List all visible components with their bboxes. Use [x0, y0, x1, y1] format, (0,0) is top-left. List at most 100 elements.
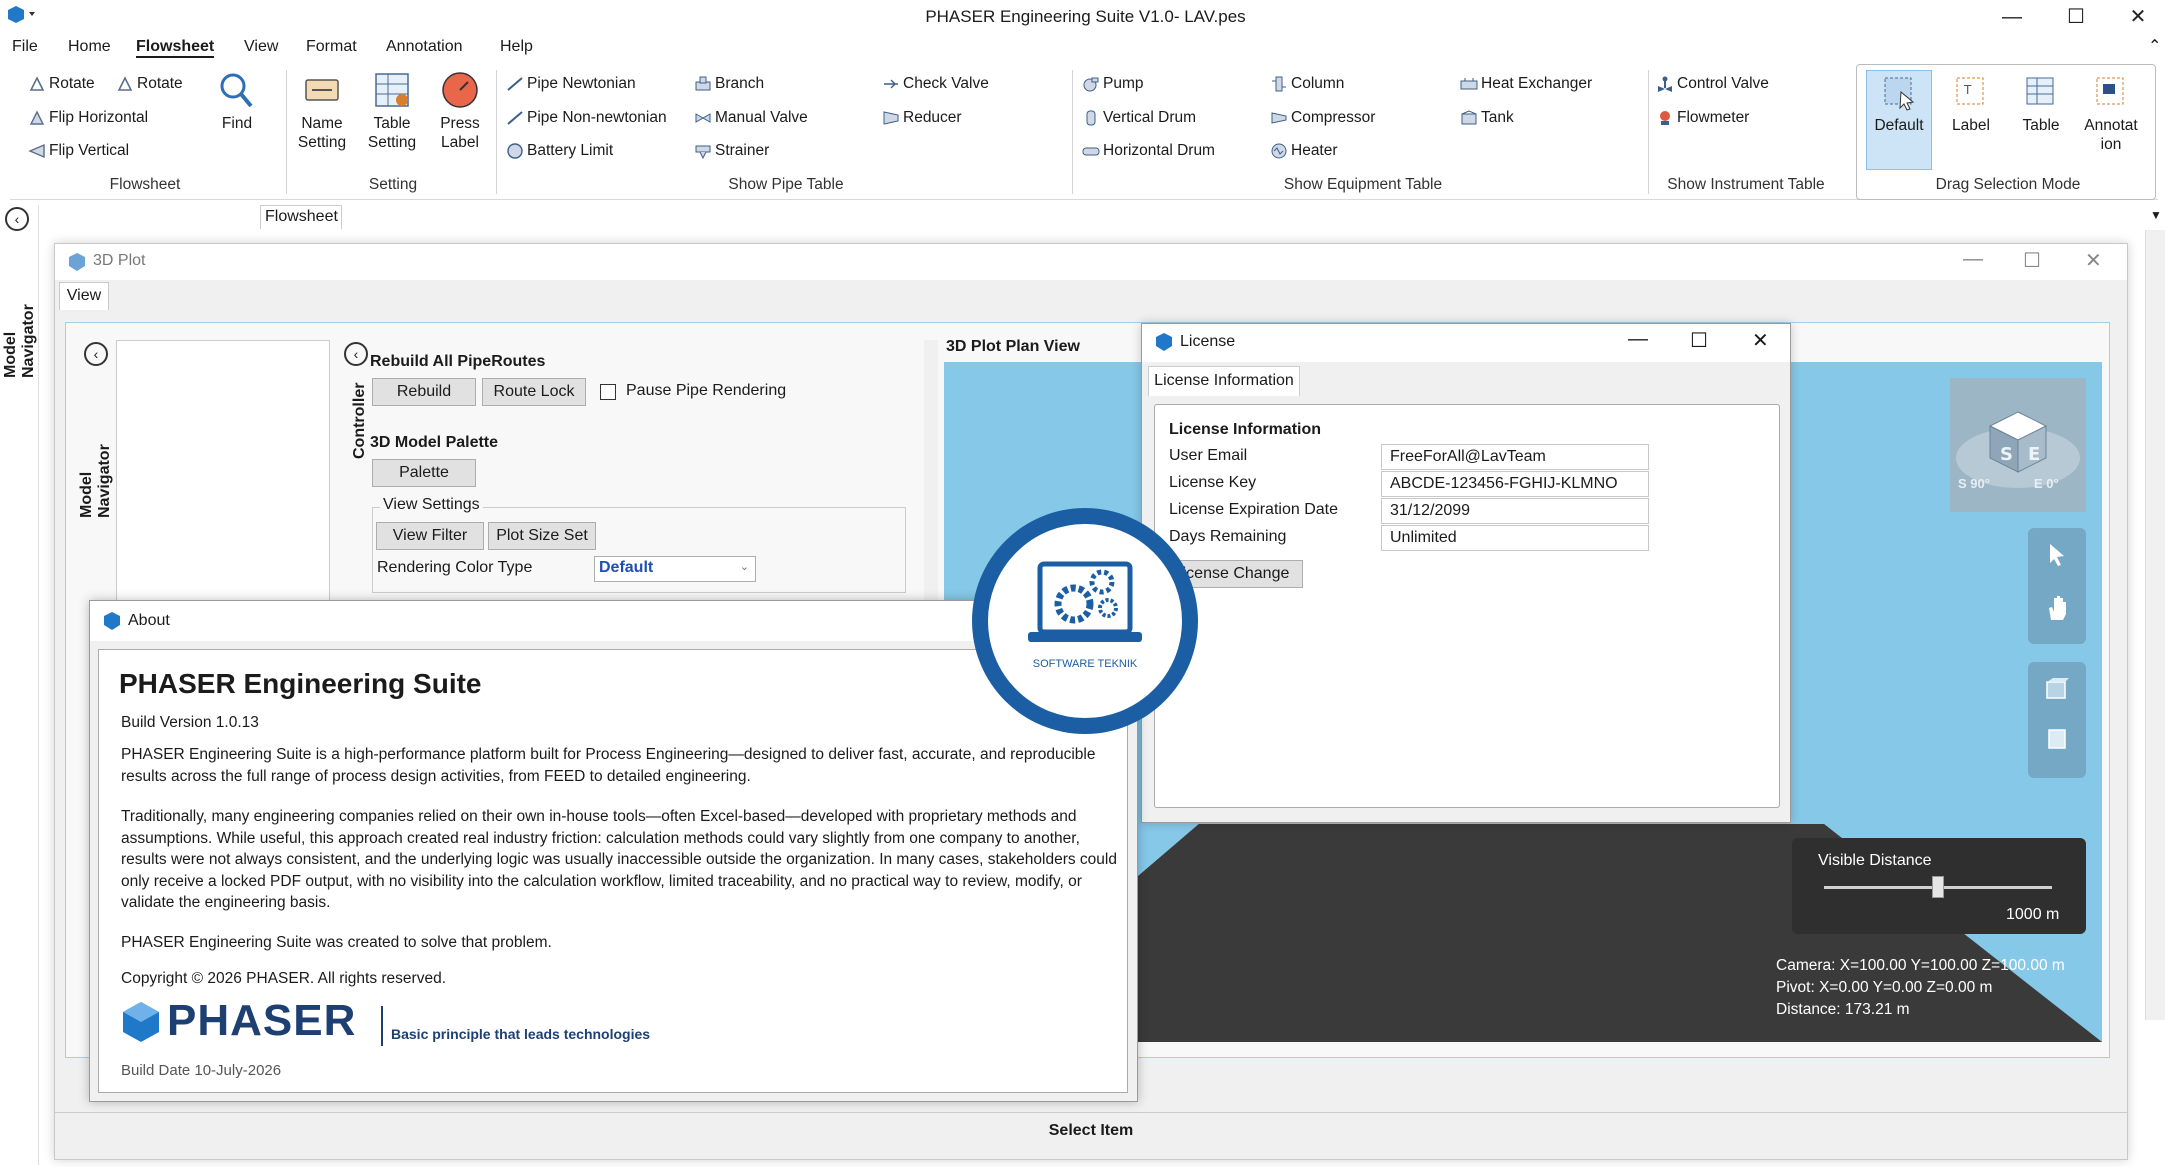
license-expiration-field[interactable]: 31/12/2099 — [1381, 498, 1649, 524]
pointer-tool-icon[interactable] — [2046, 542, 2068, 573]
control-valve-button[interactable]: Control Valve — [1656, 75, 1769, 93]
cube-south-label: S 90° — [1958, 476, 1990, 491]
watermark-badge-inner: SOFTWARE TEKNIK — [984, 520, 1186, 722]
flip-horizontal-button[interactable]: Flip Horizontal — [28, 109, 148, 127]
flowmeter-button[interactable]: Flowmeter — [1656, 109, 1749, 127]
name-setting-button[interactable]: Name Setting — [292, 70, 352, 152]
pipe-newtonian-button[interactable]: Pipe Newtonian — [506, 75, 636, 93]
table-setting-icon — [372, 70, 412, 110]
tab-license-information[interactable]: License Information — [1148, 366, 1300, 396]
flip-vertical-button[interactable]: Flip Vertical — [28, 142, 129, 160]
strainer-button[interactable]: Strainer — [694, 142, 769, 160]
plot-minimize-button[interactable]: — — [1963, 248, 1983, 271]
camera-info: Camera: X=100.00 Y=100.00 Z=100.00 m Piv… — [1776, 955, 2065, 1021]
pause-rendering-checkbox[interactable] — [600, 384, 616, 400]
press-label-button[interactable]: Press Label — [432, 70, 488, 152]
menu-flowsheet[interactable]: Flowsheet — [136, 38, 215, 58]
menu-file[interactable]: File — [12, 38, 38, 56]
label-mode-button[interactable]: T Label — [1940, 72, 2002, 135]
controller-collapse-icon[interactable]: ‹ — [344, 342, 368, 366]
palette-button[interactable]: Palette — [372, 459, 476, 487]
table-mode-button[interactable]: Table — [2010, 72, 2072, 135]
visible-distance-slider[interactable] — [1932, 876, 1944, 898]
view-filter-button[interactable]: View Filter — [376, 522, 484, 550]
vertical-drum-button[interactable]: Vertical Drum — [1082, 109, 1196, 127]
heat-exchanger-button[interactable]: Heat Exchanger — [1460, 75, 1592, 93]
watermark-badge: SOFTWARE TEKNIK — [972, 508, 1198, 734]
view-cube[interactable]: S E S 90° E 0° — [1950, 378, 2086, 512]
license-close-button[interactable]: ✕ — [1752, 328, 1769, 353]
column-button[interactable]: Column — [1270, 75, 1344, 93]
license-dialog: License — ☐ ✕ License Information Licens… — [1141, 323, 1791, 823]
license-minimize-button[interactable]: — — [1628, 328, 1648, 351]
perspective-view-icon[interactable] — [2044, 676, 2070, 707]
orthographic-view-icon[interactable] — [2044, 726, 2070, 757]
phaser-logo-text: PHASER — [167, 996, 357, 1045]
tab-flowsheet[interactable]: Flowsheet — [260, 205, 342, 229]
license-key-field[interactable]: ABCDE-123456-FGHIJ-KLMNO — [1381, 471, 1649, 497]
menu-format[interactable]: Format — [306, 38, 357, 56]
controller-scrollbar[interactable] — [924, 340, 938, 602]
pan-hand-icon[interactable] — [2045, 594, 2069, 627]
menu-annotation[interactable]: Annotation — [386, 38, 463, 56]
heater-button[interactable]: Heater — [1270, 142, 1338, 160]
plan-view-title: 3D Plot Plan View — [946, 338, 1080, 355]
ribbon-collapse-icon[interactable]: ⌃ — [2148, 36, 2161, 56]
rotate-ccw-button[interactable]: Rotate — [28, 75, 95, 93]
table-select-icon — [2021, 72, 2061, 112]
valve-icon — [694, 110, 712, 126]
model-nav-collapse-icon[interactable]: ‹ — [84, 342, 108, 366]
about-paragraph-2: Traditionally, many engineering companie… — [121, 808, 1117, 911]
plot-maximize-button[interactable]: ☐ — [2023, 248, 2041, 273]
model-tree-panel[interactable] — [116, 340, 330, 602]
rebuild-button[interactable]: Rebuild — [372, 378, 476, 406]
column-icon — [1270, 76, 1288, 92]
navigation-tools — [2028, 528, 2086, 644]
visible-distance-value: 1000 m — [2006, 906, 2060, 923]
menu-view[interactable]: View — [244, 38, 278, 56]
find-label: Find — [221, 115, 253, 132]
manual-valve-button[interactable]: Manual Valve — [694, 109, 808, 127]
pipe-non-newtonian-button[interactable]: Pipe Non-newtonian — [506, 109, 667, 127]
plot-size-set-button[interactable]: Plot Size Set — [488, 522, 596, 550]
heat-exchanger-label: Heat Exchanger — [1481, 75, 1593, 92]
close-button[interactable]: ✕ — [2108, 2, 2168, 32]
about-copyright: Copyright © 2026 PHASER. All rights rese… — [121, 970, 447, 987]
annotation-mode-button[interactable]: Annotat ion — [2080, 72, 2142, 154]
rendering-color-select[interactable]: Default ⌄ — [594, 556, 756, 582]
vertical-scrollbar[interactable] — [2145, 230, 2165, 1020]
model-navigator-label[interactable]: Model Navigator — [2, 258, 38, 378]
rotate-cw-button[interactable]: Rotate — [116, 75, 183, 93]
license-maximize-button[interactable]: ☐ — [1690, 328, 1708, 353]
battery-limit-button[interactable]: Battery Limit — [506, 142, 613, 160]
ribbon-separator — [286, 70, 287, 194]
route-lock-button[interactable]: Route Lock — [482, 378, 586, 406]
find-button[interactable]: Find — [212, 70, 262, 133]
heater-icon — [1270, 143, 1288, 159]
branch-button[interactable]: Branch — [694, 75, 764, 93]
horizontal-drum-button[interactable]: Horizontal Drum — [1082, 142, 1215, 160]
compressor-button[interactable]: Compressor — [1270, 109, 1375, 127]
plot-model-navigator-label[interactable]: Model Navigator — [78, 398, 114, 518]
controller-label[interactable]: Controller — [351, 379, 369, 459]
status-select-item: Select Item — [1048, 1122, 1134, 1139]
plot-tab-view[interactable]: View — [59, 282, 109, 310]
check-valve-button[interactable]: Check Valve — [882, 75, 989, 93]
days-remaining-field[interactable]: Unlimited — [1381, 525, 1649, 551]
tank-button[interactable]: Tank — [1460, 109, 1514, 127]
menu-home[interactable]: Home — [68, 38, 111, 56]
plot-close-button[interactable]: ✕ — [2085, 248, 2102, 273]
branch-label: Branch — [715, 75, 765, 92]
reducer-button[interactable]: Reducer — [882, 109, 962, 127]
maximize-button[interactable]: ☐ — [2046, 2, 2106, 32]
tab-dropdown-icon[interactable]: ▼ — [2150, 208, 2162, 222]
menu-help[interactable]: Help — [500, 38, 533, 56]
table-setting-button[interactable]: Table Setting — [362, 70, 422, 152]
default-mode-content: Default — [1868, 72, 1930, 135]
about-build-version: Build Version 1.0.13 — [121, 714, 259, 731]
minimize-button[interactable]: — — [1982, 2, 2042, 32]
license-email-field[interactable]: FreeForAll@LavTeam — [1381, 444, 1649, 470]
battery-limit-icon — [506, 143, 524, 159]
pump-button[interactable]: Pump — [1082, 75, 1144, 93]
collapse-left-icon[interactable]: ‹ — [5, 207, 29, 231]
